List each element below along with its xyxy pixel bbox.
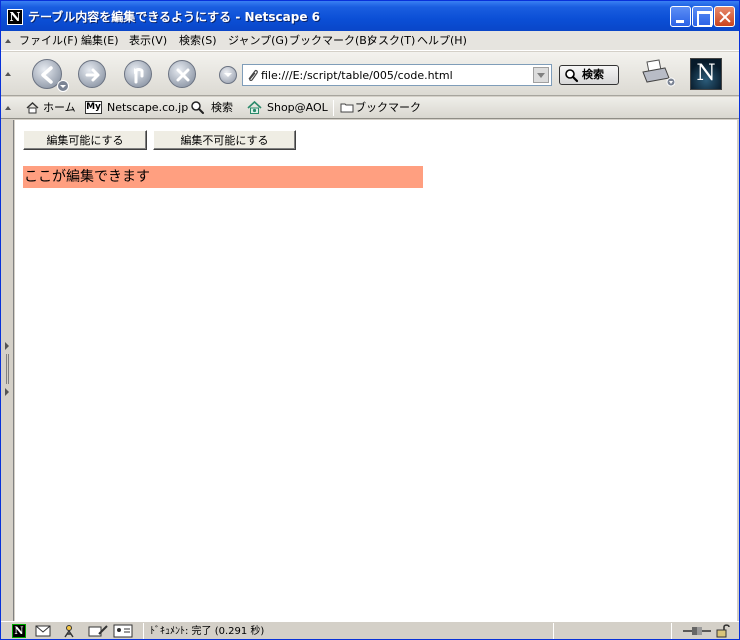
page-content: 編集可能にする 編集不可能にする ここが編集できます <box>15 120 737 621</box>
online-status-icon[interactable] <box>683 625 711 637</box>
bookmark-folder-icon <box>340 103 354 113</box>
menu-bar: ファイル(F) 編集(E) 表示(V) 検索(S) ジャンプ(G) ブックマーク… <box>1 31 739 51</box>
netscape-app-icon: N <box>7 9 23 25</box>
editable-table-cell[interactable]: ここが編集できます <box>23 166 423 188</box>
title-bar[interactable]: N テーブル内容を編集できるようにする - Netscape 6 <box>1 1 739 31</box>
minimize-button[interactable] <box>670 6 691 27</box>
netscape-taskbar-icon[interactable]: N <box>12 624 26 638</box>
personal-toolbar: ホーム My Netscape.co.jp 検索 Shop@AOL ブックマーク <box>1 97 739 119</box>
menu-bookmarks[interactable]: ブックマーク(B) <box>289 34 371 48</box>
menu-go[interactable]: ジャンプ(G) <box>228 34 288 48</box>
menubar-collapse-grip[interactable] <box>5 39 11 43</box>
bookmark-netscape-jp-label: Netscape.co.jp <box>107 101 189 114</box>
menu-help[interactable]: ヘルプ(H) <box>417 34 467 48</box>
url-bar[interactable] <box>242 64 552 86</box>
reload-button[interactable] <box>124 60 152 88</box>
sidebar-splitter[interactable] <box>1 120 14 621</box>
menu-search[interactable]: 検索(S) <box>179 34 217 48</box>
shop-icon <box>247 100 262 114</box>
composer-icon[interactable] <box>87 624 109 638</box>
url-go-button[interactable] <box>219 66 237 84</box>
window-title: テーブル内容を編集できるようにする - Netscape 6 <box>28 10 321 24</box>
stop-button[interactable] <box>168 60 196 88</box>
print-icon[interactable] <box>641 58 675 88</box>
toolbar-separator <box>333 100 334 116</box>
search-button-label: 検索 <box>582 68 604 81</box>
search-icon <box>191 101 204 114</box>
status-divider <box>553 623 554 639</box>
menu-view[interactable]: 表示(V) <box>129 34 167 48</box>
forward-button[interactable] <box>78 60 106 88</box>
status-bar: N ﾄﾞｷｭﾒﾝﾄ: 完了 (0.291 秒) <box>1 621 739 639</box>
bookmarks-folder-label: ブックマーク <box>355 101 421 114</box>
enable-edit-button[interactable]: 編集可能にする <box>23 130 147 150</box>
menu-edit[interactable]: 編集(E) <box>81 34 119 48</box>
menu-file[interactable]: ファイル(F) <box>19 34 78 48</box>
personalbar-collapse-grip[interactable] <box>5 106 11 110</box>
status-divider <box>671 623 672 639</box>
my-netscape-icon: My <box>85 101 102 114</box>
bookmark-search-label: 検索 <box>211 101 233 114</box>
url-history-dropdown[interactable] <box>533 67 549 83</box>
netscape-logo[interactable]: N <box>690 58 722 90</box>
browser-window: N テーブル内容を編集できるようにする - Netscape 6 ファイル(F)… <box>0 0 740 640</box>
status-divider <box>143 623 144 639</box>
search-icon <box>565 69 579 83</box>
status-text: ﾄﾞｷｭﾒﾝﾄ: 完了 (0.291 秒) <box>150 626 265 637</box>
close-button[interactable] <box>714 6 735 27</box>
address-book-icon[interactable] <box>113 624 133 638</box>
instant-messenger-icon[interactable] <box>61 624 77 638</box>
navbar-collapse-grip[interactable] <box>5 72 11 76</box>
bookmark-shop-aol-label: Shop@AOL <box>267 101 328 114</box>
menu-tasks[interactable]: タスク(T) <box>367 34 415 48</box>
disable-edit-button[interactable]: 編集不可能にする <box>153 130 296 150</box>
url-input[interactable] <box>261 66 531 84</box>
forward-arrow-icon <box>85 68 100 82</box>
navigation-toolbar: 検索 N <box>1 52 739 96</box>
back-history-dropdown[interactable] <box>57 80 69 92</box>
search-button[interactable]: 検索 <box>559 65 619 85</box>
home-icon <box>26 102 39 114</box>
sidebar-grip-icon[interactable] <box>5 342 10 398</box>
reload-icon <box>134 68 144 84</box>
page-proxy-icon[interactable] <box>246 68 260 82</box>
mail-icon[interactable] <box>35 624 51 638</box>
bookmark-home-label: ホーム <box>43 101 76 114</box>
stop-icon <box>176 68 190 82</box>
maximize-button[interactable] <box>692 6 713 27</box>
security-lock-icon[interactable] <box>715 623 731 639</box>
